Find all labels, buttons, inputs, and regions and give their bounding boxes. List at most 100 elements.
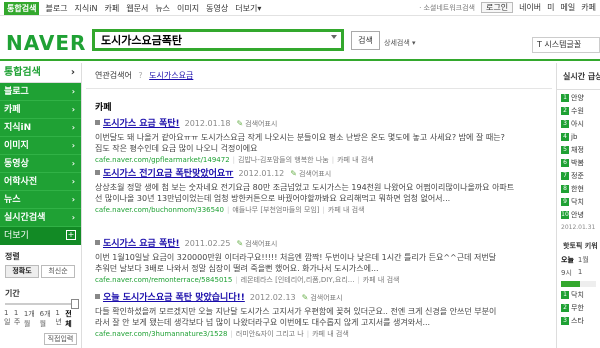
- sort-accuracy-button[interactable]: 정확도: [5, 265, 39, 278]
- service-tabs: 통합검색 블로그 지식iN 카페 웹문서 뉴스 이미지 동영상 더보기▾: [4, 2, 268, 15]
- result-title[interactable]: 오늘 도시가스요금 폭탄 맞았습니다!!: [103, 290, 245, 303]
- cafe-search-link[interactable]: 카페 내 검색: [312, 330, 349, 338]
- link-me[interactable]: 미: [547, 2, 554, 13]
- tab-kin[interactable]: 지식iN: [75, 3, 98, 14]
- autocomplete-toggle-icon[interactable]: [331, 35, 337, 39]
- period-tick[interactable]: 6개월: [40, 309, 56, 329]
- detail-search-link[interactable]: 상세검색 ▾: [384, 38, 416, 48]
- highlight-keyword-link[interactable]: 검색어표시: [245, 119, 277, 129]
- rank-badge: 3: [561, 120, 569, 128]
- result-url[interactable]: cafe.naver.com/gpflearmarket/149472: [95, 156, 230, 164]
- period-slider[interactable]: [5, 299, 79, 309]
- tab-more-label: 더보기: [235, 4, 258, 13]
- sidebar-more-label: 더보기: [4, 231, 29, 241]
- tab-blog[interactable]: 블로그: [45, 3, 67, 14]
- cafe-search-link[interactable]: 카페 내 검색: [328, 206, 365, 214]
- sidebar-item-video[interactable]: 동영상 ›: [0, 155, 81, 173]
- tab-more[interactable]: 더보기▾: [235, 3, 261, 14]
- search-box[interactable]: [92, 29, 344, 51]
- result-item: 오늘 도시가스요금 폭탄 맞았습니다!! 2012.02.13 ✎ 검색어표시 …: [95, 290, 550, 339]
- realtime-item[interactable]: 5 채정: [561, 145, 600, 155]
- separator: |: [235, 276, 238, 284]
- realtime-item[interactable]: 3 아시: [561, 119, 600, 129]
- result-title[interactable]: 도시가스 요금 폭탄!: [103, 116, 180, 129]
- hot-topic-item[interactable]: 2 무한: [561, 303, 600, 313]
- login-button[interactable]: 로그인: [480, 2, 514, 13]
- highlight-keyword-link[interactable]: 검색어표시: [310, 293, 342, 303]
- sort-latest-button[interactable]: 최신순: [41, 265, 75, 278]
- highlight-keyword-link[interactable]: 검색어표시: [245, 239, 277, 249]
- custom-period-button[interactable]: 직접입력: [44, 333, 77, 345]
- separator: |: [232, 156, 236, 164]
- hour-slider[interactable]: [561, 281, 596, 287]
- result-snippet: 이번달도 돼 나올거 같아요ㅠㅠ 도시가스요금 작게 나오시는 분들이요 평소 …: [95, 133, 505, 142]
- social-network-search-link[interactable]: ㆍ소셜네트워크검색: [417, 3, 475, 13]
- sidebar-more-button[interactable]: 더보기 +: [0, 227, 81, 245]
- sidebar-item-label: 동영상: [4, 159, 29, 169]
- chevron-right-icon: ›: [71, 87, 75, 96]
- tab-image[interactable]: 이미지: [177, 3, 199, 14]
- result-title[interactable]: 도시가스 요금 폭탄!: [103, 236, 180, 249]
- realtime-item[interactable]: 4 jb: [561, 132, 600, 142]
- period-tick[interactable]: 1년: [55, 309, 65, 329]
- hot-topic-item[interactable]: 3 스타: [561, 316, 600, 326]
- sidebar-item-kin[interactable]: 지식iN ›: [0, 119, 81, 137]
- naver-logo[interactable]: NAVER: [6, 31, 86, 55]
- tab-today[interactable]: 오늘: [561, 255, 574, 265]
- realtime-item[interactable]: 10 안녕: [561, 210, 600, 220]
- cafe-name[interactable]: 김밥나-김포맘들의 행복한 나눔: [238, 156, 329, 164]
- sidebar-title[interactable]: 통합검색 ›: [0, 63, 81, 83]
- result-url[interactable]: cafe.naver.com/buchonmom/336540: [95, 206, 224, 214]
- tab-cafe[interactable]: 카페: [104, 3, 119, 14]
- sidebar-menu: 블로그 › 카페 › 지식iN › 이미지 › 동영상 › 어학사전 › 뉴스 › 실시간검색…: [0, 83, 81, 245]
- realtime-item[interactable]: 7 정준: [561, 171, 600, 181]
- sidebar-item-cafe[interactable]: 카페 ›: [0, 101, 81, 119]
- tab-video[interactable]: 동영상: [206, 3, 228, 14]
- realtime-keyword: 안양: [571, 94, 584, 102]
- related-help-icon[interactable]: ?: [138, 71, 142, 80]
- period-tick[interactable]: 1개월: [24, 309, 40, 329]
- sidebar-item-image[interactable]: 이미지 ›: [0, 137, 81, 155]
- realtime-item[interactable]: 9 닥치: [561, 197, 600, 207]
- realtime-item[interactable]: 1 안양: [561, 93, 600, 103]
- realtime-item[interactable]: 2 수원: [561, 106, 600, 116]
- cafe-name[interactable]: 얘들나무 [부천엄마들의 모임]: [232, 206, 319, 214]
- period-tick-selected[interactable]: 전체: [65, 309, 77, 329]
- sidebar-item-label: 지식iN: [4, 123, 32, 133]
- tab-web[interactable]: 웹문서: [126, 3, 148, 14]
- result-url[interactable]: cafe.naver.com/3humannature3/1528: [95, 330, 228, 338]
- tab-month[interactable]: 1월: [578, 255, 589, 265]
- sidebar-item-news[interactable]: 뉴스 ›: [0, 191, 81, 209]
- related-link[interactable]: 도시가스요금: [149, 71, 193, 80]
- period-tick[interactable]: 1주: [14, 309, 24, 329]
- separator: |: [230, 330, 233, 338]
- cafe-search-link[interactable]: 카페 내 검색: [337, 156, 374, 164]
- tab-news[interactable]: 뉴스: [155, 3, 170, 14]
- font-setting-box[interactable]: T 시스템글꼴: [532, 37, 600, 53]
- sidebar-item-realtime[interactable]: 실시간검색 ›: [0, 209, 81, 227]
- sidebar-item-dictionary[interactable]: 어학사전 ›: [0, 173, 81, 191]
- chevron-right-icon: ›: [70, 67, 75, 78]
- period-slider-handle[interactable]: [71, 299, 79, 309]
- sidebar-item-blog[interactable]: 블로그 ›: [0, 83, 81, 101]
- hot-topic-item[interactable]: 1 닥치: [561, 290, 600, 300]
- cafe-search-link[interactable]: 카페 내 검색: [363, 276, 400, 284]
- highlight-keyword-link[interactable]: 검색어표시: [299, 169, 331, 179]
- search-input[interactable]: [101, 33, 323, 47]
- sidebar-item-label: 뉴스: [4, 195, 21, 205]
- realtime-item[interactable]: 6 박봄: [561, 158, 600, 168]
- period-tick[interactable]: 1일: [4, 309, 14, 329]
- realtime-item[interactable]: 8 한현: [561, 184, 600, 194]
- sort-options: 정확도 최신순: [0, 265, 81, 278]
- separator: |: [306, 330, 310, 338]
- link-mail[interactable]: 메일: [561, 2, 576, 13]
- result-title[interactable]: 도시가스 전기요금 폭탄맞았어요ㅠ: [103, 166, 233, 179]
- search-button[interactable]: 검색: [351, 31, 380, 50]
- realtime-date: 2012.01.31: [561, 224, 596, 231]
- result-url[interactable]: cafe.naver.com/remonterrace/5845015: [95, 276, 232, 284]
- link-cafe[interactable]: 카페: [581, 2, 596, 13]
- link-naver[interactable]: 네이버: [519, 2, 541, 13]
- tab-integrated[interactable]: 통합검색: [4, 2, 40, 15]
- cafe-name[interactable]: 레몬테라스 [인테리어,리폼,DIY,요리...: [241, 276, 355, 284]
- cafe-name[interactable]: 러미안&자이 그리고 나: [236, 330, 304, 338]
